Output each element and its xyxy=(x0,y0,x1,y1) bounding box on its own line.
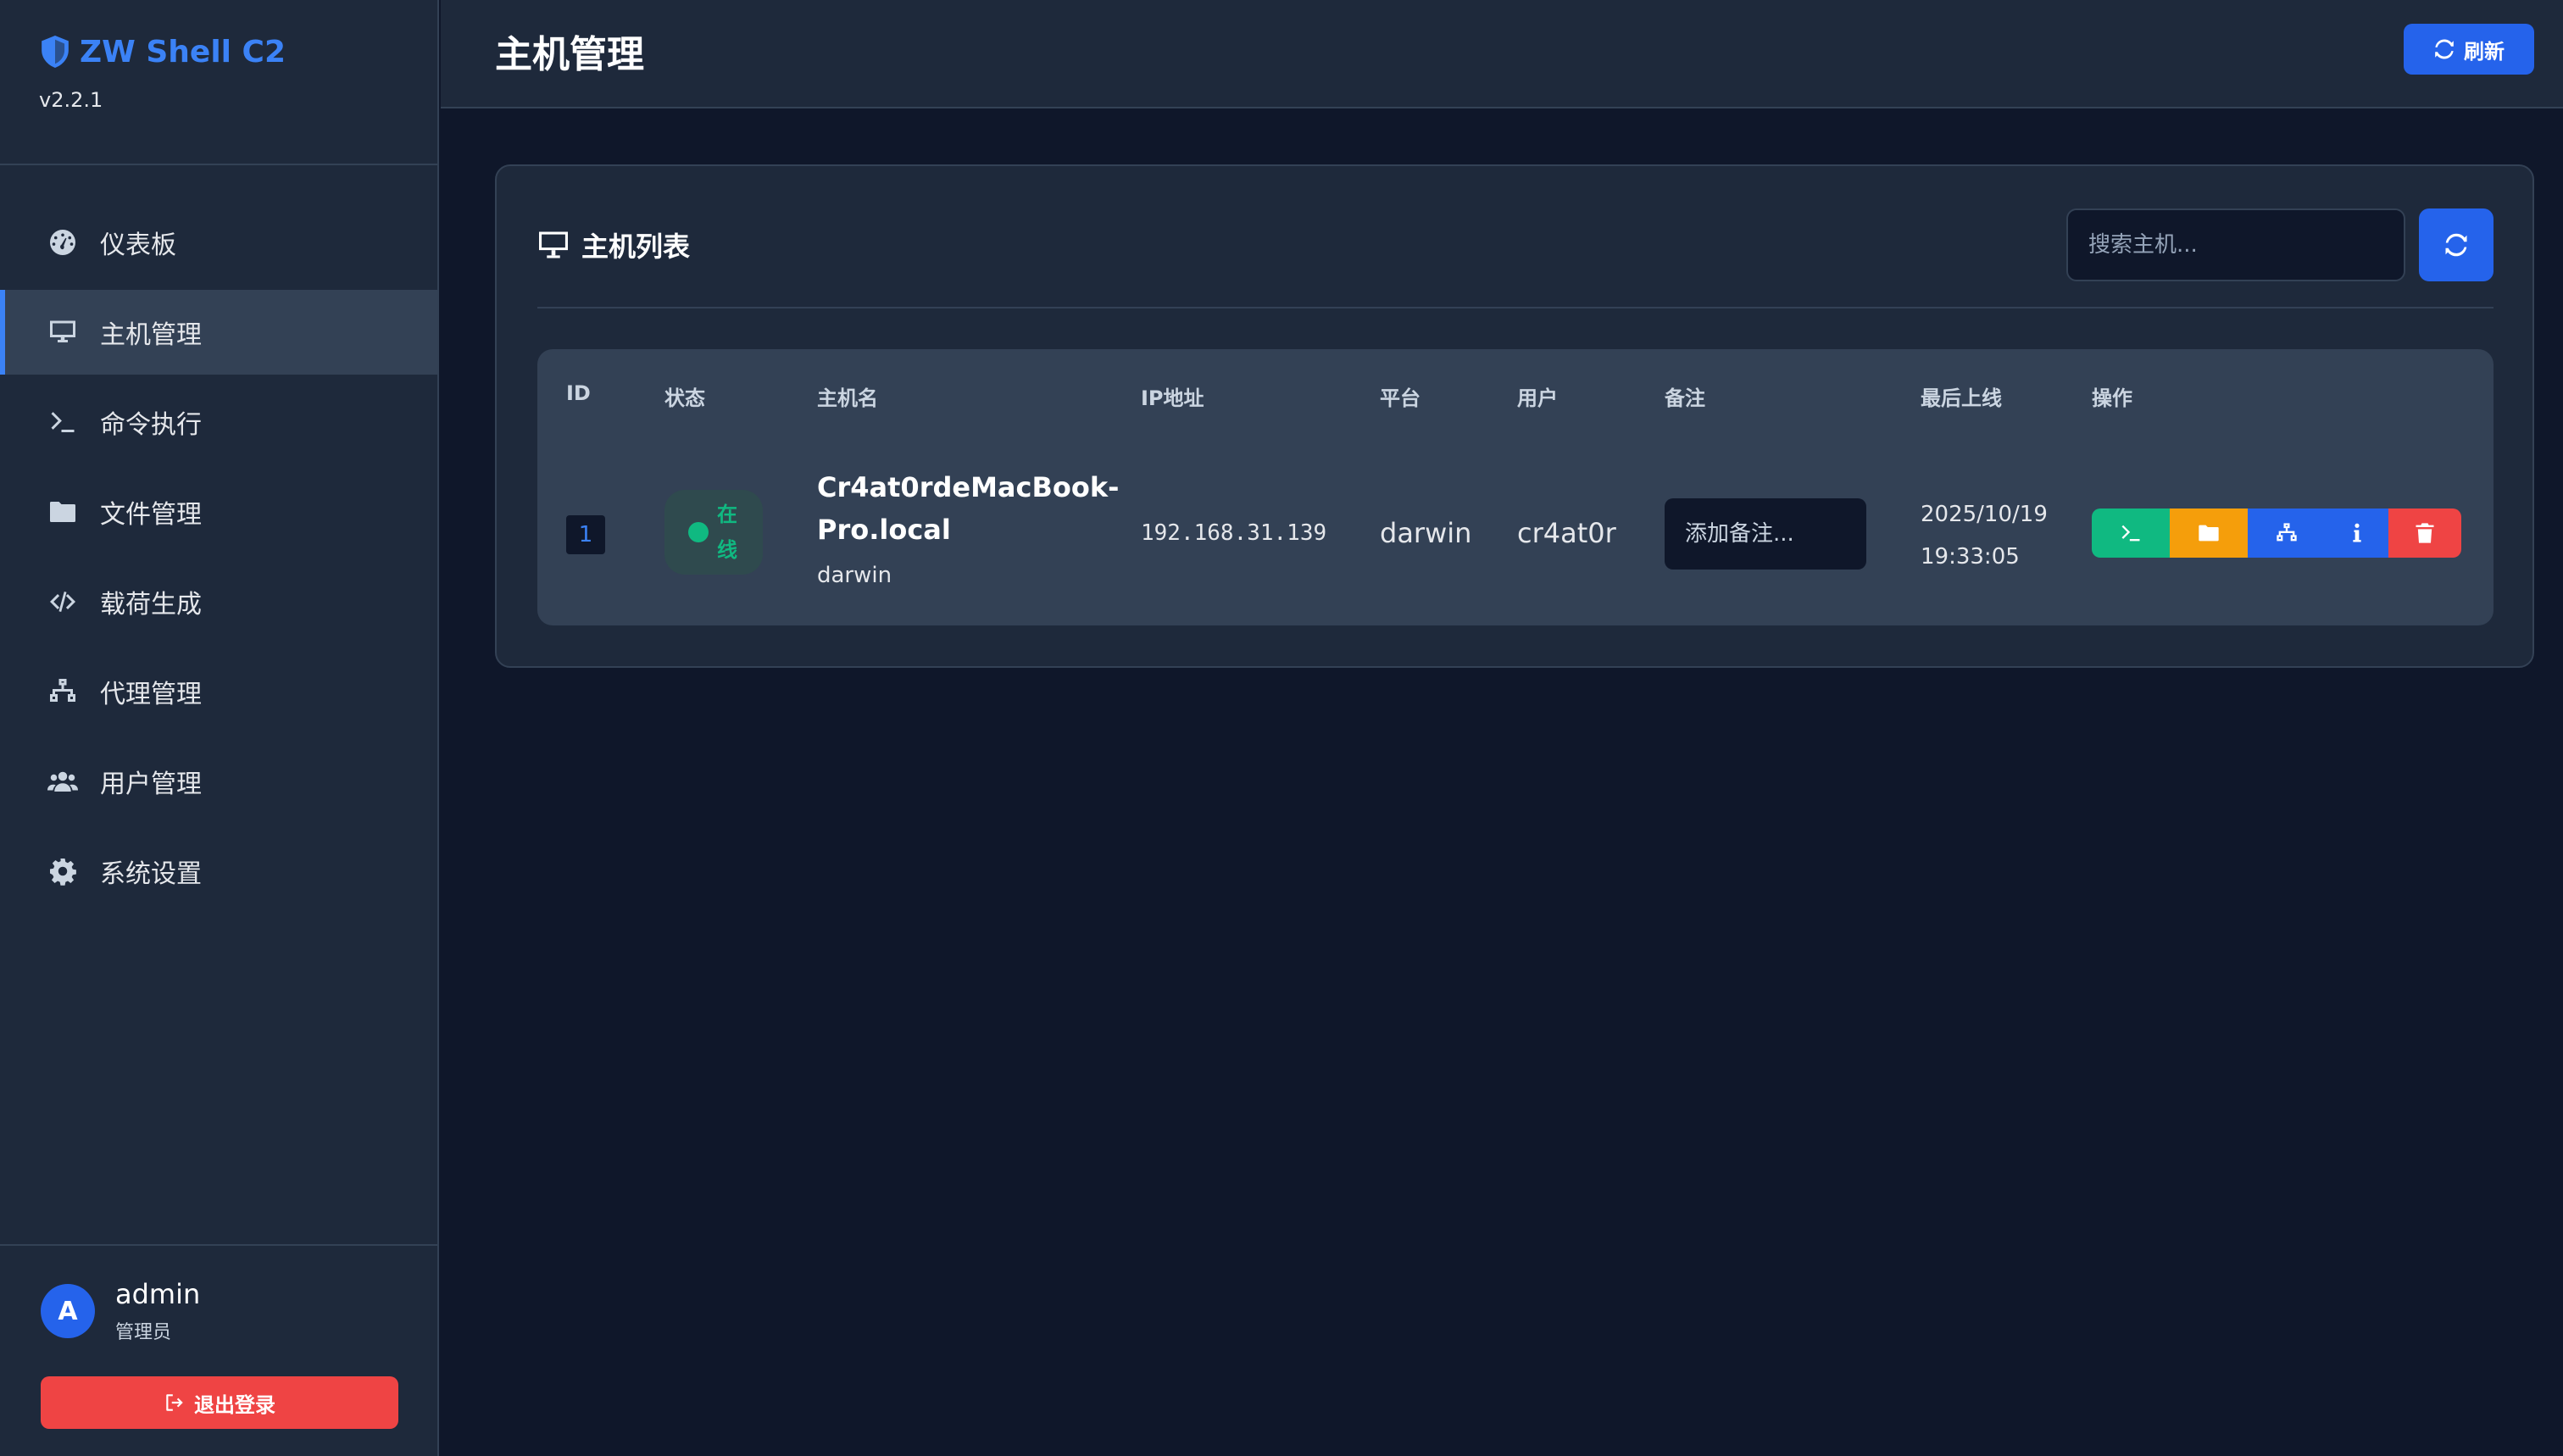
users-icon xyxy=(46,764,80,798)
reload-list-button[interactable] xyxy=(2419,208,2494,281)
status-dot-icon xyxy=(688,522,709,542)
folder-icon xyxy=(2199,525,2219,542)
column-header-id: ID xyxy=(566,381,591,405)
sidebar-item-label: 代理管理 xyxy=(100,680,202,709)
status-badge: 在线 xyxy=(664,490,763,575)
file-manager-button[interactable] xyxy=(2170,508,2248,558)
network-icon xyxy=(46,675,80,709)
row-actions xyxy=(2092,508,2461,558)
sign-out-icon xyxy=(166,1394,183,1411)
trash-icon xyxy=(2416,523,2434,543)
sidebar-item-proxy[interactable]: 代理管理 xyxy=(0,649,439,734)
terminal-icon xyxy=(46,405,80,439)
sidebar-item-label: 仪表板 xyxy=(100,231,176,260)
last-seen-date: 2025/10/19 xyxy=(1921,502,2048,527)
logout-label: 退出登录 xyxy=(194,1393,275,1417)
avatar: A xyxy=(41,1284,95,1338)
user-profile: A admin 管理员 xyxy=(41,1278,200,1344)
sidebar: ZW Shell C2 v2.2.1 仪表板 主机管理 命令执行 文件管理 载荷… xyxy=(0,0,439,1456)
host-id: 1 xyxy=(566,515,605,554)
status-text: 在线 xyxy=(717,503,737,562)
page-header: 主机管理 刷新 xyxy=(441,0,2563,108)
sidebar-item-label: 文件管理 xyxy=(100,500,202,530)
column-header-platform: 平台 xyxy=(1380,386,1420,410)
refresh-icon xyxy=(2435,39,2454,59)
host-os: darwin xyxy=(817,563,892,588)
terminal-button[interactable] xyxy=(2092,508,2170,558)
info-icon xyxy=(2353,523,2361,542)
refresh-label: 刷新 xyxy=(2464,40,2505,64)
code-icon xyxy=(46,585,80,619)
user-info: admin 管理员 xyxy=(115,1278,200,1344)
brand-name: ZW Shell C2 xyxy=(80,34,286,69)
sidebar-item-files[interactable]: 文件管理 xyxy=(0,470,439,554)
sidebar-item-label: 主机管理 xyxy=(100,320,202,350)
hosts-table: ID 状态 主机名 IP地址 平台 用户 备注 最后上线 操作 1 在线 Cr4… xyxy=(537,349,2494,625)
network-icon xyxy=(2277,523,2297,542)
terminal-icon xyxy=(2121,525,2140,542)
brand-title[interactable]: ZW Shell C2 xyxy=(39,34,286,69)
folder-icon xyxy=(46,495,80,529)
proxy-button[interactable] xyxy=(2248,508,2326,558)
column-header-ip: IP地址 xyxy=(1141,386,1204,410)
sidebar-item-dashboard[interactable]: 仪表板 xyxy=(0,200,439,285)
last-seen-time: 19:33:05 xyxy=(1921,544,2020,570)
shield-icon xyxy=(42,36,69,68)
dashboard-icon xyxy=(46,225,80,259)
desktop-icon xyxy=(539,231,568,258)
info-button[interactable] xyxy=(2326,508,2388,558)
refresh-icon xyxy=(2445,233,2467,257)
host-list-card: 主机列表 ID 状态 主机名 IP地址 平台 用户 备注 最后上线 操作 1 在… xyxy=(495,164,2534,668)
delete-button[interactable] xyxy=(2388,508,2461,558)
last-seen: 2025/10/19 19:33:05 xyxy=(1921,493,2065,578)
sidebar-item-settings[interactable]: 系统设置 xyxy=(0,829,439,914)
logout-button[interactable]: 退出登录 xyxy=(41,1376,398,1429)
card-divider xyxy=(537,307,2494,308)
column-header-last-seen: 最后上线 xyxy=(1921,386,2002,410)
card-title: 主机列表 xyxy=(537,225,690,264)
sidebar-nav: 仪表板 主机管理 命令执行 文件管理 载荷生成 代理管理 用户管理 系统设置 xyxy=(0,200,439,919)
card-title-text: 主机列表 xyxy=(581,231,691,263)
refresh-button[interactable]: 刷新 xyxy=(2404,24,2534,75)
sidebar-item-hosts[interactable]: 主机管理 xyxy=(0,290,439,375)
column-header-actions: 操作 xyxy=(2092,386,2132,410)
brand: ZW Shell C2 v2.2.1 xyxy=(39,34,286,113)
sidebar-item-label: 系统设置 xyxy=(100,859,202,889)
sidebar-item-label: 载荷生成 xyxy=(100,590,202,620)
desktop-icon xyxy=(46,315,80,349)
gear-icon xyxy=(46,854,80,888)
column-header-hostname: 主机名 xyxy=(817,386,878,410)
host-user: cr4at0r xyxy=(1517,517,1616,549)
sidebar-item-label: 命令执行 xyxy=(100,410,202,440)
column-header-status: 状态 xyxy=(664,386,705,410)
sidebar-item-users[interactable]: 用户管理 xyxy=(0,739,439,824)
host-name: Cr4at0rdeMacBook-Pro.local xyxy=(817,471,1120,546)
user-role: 管理员 xyxy=(115,1322,172,1343)
sidebar-divider xyxy=(0,164,439,165)
search-input[interactable] xyxy=(2066,208,2405,281)
sidebar-item-payload[interactable]: 载荷生成 xyxy=(0,559,439,644)
host-ip: 192.168.31.139 xyxy=(1141,520,1327,546)
note-input[interactable] xyxy=(1665,498,1866,570)
brand-version: v2.2.1 xyxy=(39,88,103,112)
sidebar-footer-divider xyxy=(0,1244,439,1246)
sidebar-item-command[interactable]: 命令执行 xyxy=(0,380,439,464)
user-name: admin xyxy=(115,1278,201,1310)
column-header-note: 备注 xyxy=(1665,386,1705,410)
sidebar-item-label: 用户管理 xyxy=(100,770,202,799)
page-title: 主机管理 xyxy=(495,33,644,76)
column-header-user: 用户 xyxy=(1517,386,1558,410)
host-platform: darwin xyxy=(1380,517,1472,549)
